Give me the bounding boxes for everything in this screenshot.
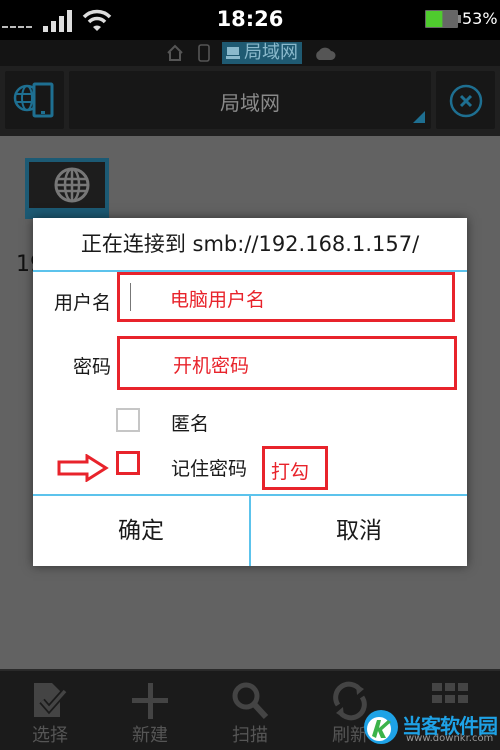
anonymous-label: 匿名 [171,413,210,435]
password-input[interactable]: 开机密码 [117,336,457,390]
username-input[interactable]: 电脑用户名 [117,272,455,322]
remember-password-label: 记住密码 [171,458,248,480]
remember-annotation-box: 打勾 [262,446,328,490]
lan-icon [226,47,240,59]
select-icon [34,683,68,717]
home-icon[interactable] [166,44,184,62]
plus-icon [132,683,168,719]
close-circle-icon [449,84,483,118]
remember-annotation: 打勾 [271,461,310,483]
cancel-button[interactable]: 取消 [251,496,467,566]
cloud-icon[interactable] [314,46,336,60]
dropdown-indicator-icon [413,111,425,123]
server-monitor [29,162,105,208]
watermark: 当客软件园 www.downkr.com [362,708,500,750]
new-label: 新建 [132,725,168,746]
username-label: 用户名 [53,292,111,314]
dialog-title: 正在连接到 smb://192.168.1.157/ [80,232,420,256]
location-dropdown[interactable]: 局域网 [69,71,431,129]
text-cursor [130,283,131,311]
phone-icon[interactable] [198,44,210,62]
toolbar-title: 局域网 [220,91,280,115]
select-label: 选择 [32,725,68,746]
search-icon [232,682,269,720]
battery-percent: 53% [462,9,498,28]
select-button[interactable]: 选择 [0,671,100,750]
battery-icon [425,10,461,28]
server-item[interactable] [25,158,109,219]
status-bar: 18:26 53% [0,0,500,40]
network-device-button[interactable] [5,71,64,129]
remember-password-checkbox[interactable] [116,451,140,475]
globe-icon [54,167,90,203]
watermark-url: www.downkr.com [406,733,494,744]
new-button[interactable]: 新建 [100,671,200,750]
location-bar: 局域网 [0,40,500,66]
toolbar: 局域网 [0,66,500,136]
smb-login-dialog: 正在连接到 smb://192.168.1.157/ 用户名 电脑用户名 密码 … [33,218,467,566]
watermark-logo-icon [364,710,398,744]
arrow-right-icon [57,454,109,482]
password-label: 密码 [72,356,111,378]
scan-button[interactable]: 扫描 [200,671,300,750]
location-current-lan[interactable]: 局域网 [222,42,302,64]
network-device-icon [13,82,54,118]
close-button[interactable] [436,71,495,129]
anonymous-checkbox[interactable] [116,408,140,432]
password-annotation: 开机密码 [173,355,250,377]
username-annotation: 电脑用户名 [170,289,266,311]
location-current-label: 局域网 [244,42,298,63]
ok-button[interactable]: 确定 [33,496,249,566]
scan-label: 扫描 [232,725,268,746]
